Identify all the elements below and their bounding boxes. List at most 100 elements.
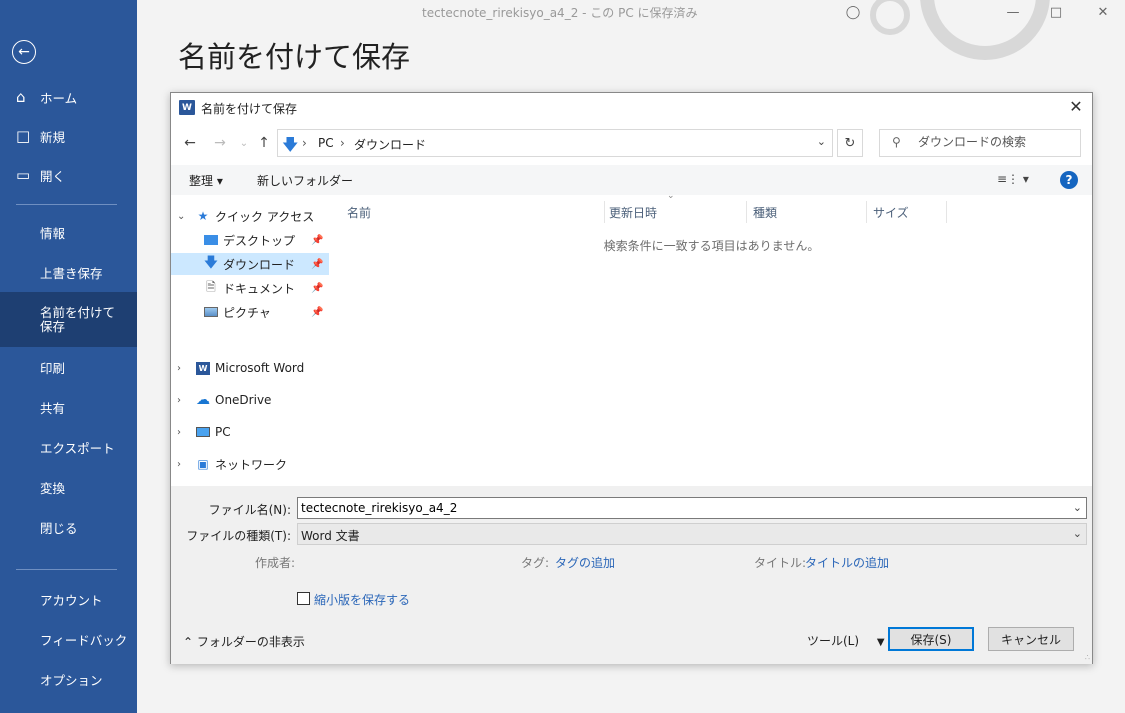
- computer-icon: [195, 425, 211, 439]
- dialog-close-icon[interactable]: ✕: [1066, 96, 1086, 116]
- authors-label: 作成者:: [255, 556, 296, 570]
- tree-label: デスクトップ: [223, 233, 296, 248]
- search-icon: ⚲: [892, 135, 901, 149]
- document-icon: 🗎: [206, 279, 216, 294]
- download-arrow-icon: 🡇: [282, 135, 299, 154]
- pictures-icon: [203, 305, 219, 319]
- sidebar-item-label: 変換: [40, 480, 66, 496]
- cancel-button[interactable]: キャンセル: [988, 627, 1074, 651]
- chevron-down-icon[interactable]: ⌄: [1073, 501, 1082, 514]
- open-folder-icon: ▭: [16, 166, 31, 184]
- sidebar-item-label: アカウント: [40, 592, 103, 608]
- forward-icon[interactable]: →: [211, 133, 229, 153]
- tree-item-downloads[interactable]: 🡇 ダウンロード 📌: [171, 253, 329, 275]
- column-header-date[interactable]: 更新日時: [605, 201, 747, 223]
- breadcrumb-separator-icon: ›: [340, 136, 345, 150]
- breadcrumb-separator-icon: ›: [302, 136, 307, 150]
- add-title-link[interactable]: タイトルの追加: [805, 554, 889, 571]
- back-icon[interactable]: ←: [181, 133, 199, 153]
- save-as-dialog: W 名前を付けて保存 ✕ ← → ⌄ ↑ 🡇 › PC › ダウンロード ⌄ ↻…: [170, 92, 1093, 664]
- file-name-field[interactable]: ⌄: [297, 497, 1087, 519]
- chevron-down-icon: ⌄: [1072, 527, 1082, 540]
- tree-item-onedrive[interactable]: › ☁ OneDrive: [171, 389, 329, 411]
- hide-folders-label: フォルダーの非表示: [196, 635, 305, 649]
- sidebar-item-save[interactable]: 上書き保存: [0, 254, 137, 290]
- column-header-name[interactable]: 名前: [331, 201, 605, 223]
- close-icon[interactable]: ✕: [1090, 2, 1116, 22]
- window-title: tectecnote_rirekisyo_a4_2 - この PC に保存済み: [422, 6, 698, 20]
- maximize-icon[interactable]: □: [1043, 2, 1069, 22]
- chevron-right-icon: ›: [177, 426, 181, 438]
- tree-item-pc[interactable]: › PC: [171, 421, 329, 443]
- save-options-panel: ファイル名(N): ⌄ ファイルの種類(T): Word 文書 ⌄ 作成者: タ…: [171, 486, 1092, 664]
- sidebar-item-info[interactable]: 情報: [0, 214, 137, 250]
- refresh-icon[interactable]: ↻: [837, 129, 863, 157]
- sidebar-item-label: 新規: [40, 129, 66, 145]
- tree-item-quick-access[interactable]: ⌄ ★ クイック アクセス: [171, 205, 329, 227]
- file-name-input[interactable]: [301, 501, 1061, 515]
- hide-folders-toggle[interactable]: ⌃ フォルダーの非表示: [183, 633, 305, 650]
- breadcrumb-pc[interactable]: PC: [318, 136, 334, 150]
- download-arrow-icon: 🡇: [203, 255, 219, 271]
- chevron-down-icon[interactable]: ⌄: [817, 135, 826, 148]
- sidebar-item-transform[interactable]: 変換: [0, 469, 137, 505]
- home-icon: ⌂: [16, 88, 26, 106]
- view-options-icon[interactable]: ≡⋮ ▾: [997, 172, 1029, 186]
- sidebar-item-account[interactable]: アカウント: [0, 581, 137, 617]
- sidebar-item-label: 共有: [40, 400, 66, 416]
- sidebar-item-label: 印刷: [40, 360, 66, 376]
- up-icon[interactable]: ↑: [255, 133, 273, 153]
- file-name-label: ファイル名(N):: [208, 503, 291, 517]
- tree-label: OneDrive: [215, 393, 272, 407]
- tree-item-pictures[interactable]: ピクチャ 📌: [171, 301, 329, 323]
- tools-menu-button[interactable]: ツール(L) ▼: [807, 632, 885, 649]
- back-arrow-icon[interactable]: ←: [12, 40, 36, 64]
- tree-item-network[interactable]: › ▣ ネットワーク: [171, 453, 329, 475]
- pin-icon: 📌: [311, 306, 324, 318]
- chevron-right-icon: ›: [177, 362, 181, 374]
- file-type-value: Word 文書: [301, 529, 360, 543]
- address-bar[interactable]: 🡇 › PC › ダウンロード ⌄: [277, 129, 833, 157]
- sidebar-divider: [16, 204, 117, 205]
- sidebar-item-new[interactable]: □ 新規: [0, 118, 137, 154]
- new-folder-button[interactable]: 新しいフォルダー: [257, 172, 353, 189]
- file-list[interactable]: 名前 ⌄ 更新日時 種類 サイズ 検索条件に一致する項目はありません。: [331, 191, 1092, 485]
- add-tag-link[interactable]: タグの追加: [555, 554, 615, 571]
- chevron-right-icon: ›: [177, 394, 181, 406]
- sidebar-item-save-as[interactable]: 名前を付けて保存: [0, 292, 137, 347]
- network-icon: ▣: [197, 457, 209, 471]
- column-header-size[interactable]: サイズ: [867, 201, 947, 223]
- organize-button[interactable]: 整理 ▾: [189, 172, 223, 189]
- sidebar-item-export[interactable]: エクスポート: [0, 429, 137, 465]
- save-thumbnail-checkbox[interactable]: [297, 592, 310, 605]
- tree-item-desktop[interactable]: デスクトップ 📌: [171, 229, 329, 251]
- tree-item-microsoft-word[interactable]: › W Microsoft Word: [171, 357, 329, 379]
- column-header-type[interactable]: 種類: [747, 201, 867, 223]
- tree-item-documents[interactable]: 🗎 ドキュメント 📌: [171, 277, 329, 299]
- dialog-toolbar: 整理 ▾ 新しいフォルダー ≡⋮ ▾ ?: [171, 165, 1092, 195]
- sidebar-item-open[interactable]: ▭ 開く: [0, 157, 137, 193]
- search-box[interactable]: ⚲: [879, 129, 1081, 157]
- sidebar-item-label: エクスポート: [40, 440, 115, 456]
- sidebar-item-label: 閉じる: [40, 520, 78, 536]
- breadcrumb-downloads[interactable]: ダウンロード: [354, 136, 426, 153]
- word-icon: W: [179, 100, 195, 115]
- sidebar-item-feedback[interactable]: フィードバック: [0, 621, 137, 657]
- recent-locations-chevron-icon[interactable]: ⌄: [235, 133, 253, 153]
- sidebar-item-options[interactable]: オプション: [0, 661, 137, 697]
- user-icon[interactable]: ◯: [840, 2, 866, 22]
- sidebar-item-close[interactable]: 閉じる: [0, 509, 137, 545]
- save-thumbnail-label[interactable]: 縮小版を保存する: [314, 591, 410, 608]
- minimize-icon[interactable]: —: [1000, 2, 1026, 22]
- sidebar-item-print[interactable]: 印刷: [0, 349, 137, 385]
- search-input[interactable]: [918, 135, 1074, 149]
- sidebar-item-share[interactable]: 共有: [0, 389, 137, 425]
- resize-grip-icon[interactable]: ∴: [1085, 653, 1090, 662]
- file-type-select[interactable]: Word 文書 ⌄: [297, 523, 1087, 545]
- sidebar-item-label: フィードバック: [40, 632, 128, 648]
- sidebar-item-home[interactable]: ⌂ ホーム: [0, 79, 137, 115]
- help-icon[interactable]: ?: [1060, 171, 1078, 189]
- save-button[interactable]: 保存(S): [888, 627, 974, 651]
- sidebar-item-label: 上書き保存: [40, 265, 103, 281]
- page-title: 名前を付けて保存: [178, 40, 411, 74]
